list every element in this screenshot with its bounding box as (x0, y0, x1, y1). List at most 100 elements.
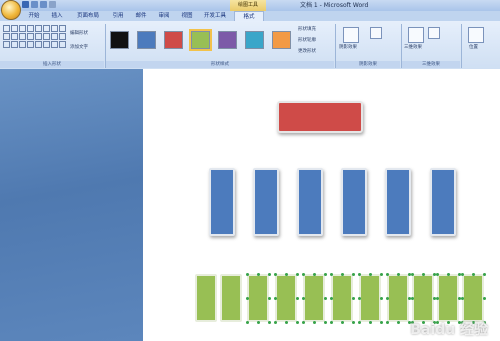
resize-handle[interactable] (245, 272, 249, 276)
resize-handle[interactable] (385, 296, 389, 300)
resize-handle[interactable] (295, 296, 299, 300)
resize-handle[interactable] (273, 296, 277, 300)
resize-handle[interactable] (323, 296, 327, 300)
shape-item[interactable] (43, 41, 50, 48)
redo-icon[interactable] (40, 1, 47, 8)
shape-item[interactable] (51, 41, 58, 48)
resize-handle[interactable] (256, 272, 260, 276)
middle-shape[interactable] (297, 168, 323, 236)
resize-handle[interactable] (301, 272, 305, 276)
resize-handle[interactable] (379, 296, 383, 300)
resize-handle[interactable] (357, 296, 361, 300)
shadow-effects-icon[interactable] (343, 27, 359, 43)
resize-handle[interactable] (368, 272, 372, 276)
resize-handle[interactable] (267, 272, 271, 276)
style-swatch-green[interactable] (189, 29, 212, 51)
shape-fill-button[interactable]: 形状填充 (298, 26, 316, 32)
shape-item[interactable] (59, 41, 66, 48)
shape-item[interactable] (11, 41, 18, 48)
resize-handle[interactable] (245, 320, 249, 324)
resize-handle[interactable] (295, 320, 299, 324)
resize-handle[interactable] (357, 272, 361, 276)
3d-effects-button[interactable]: 三维效果 (404, 44, 422, 50)
resize-handle[interactable] (267, 296, 271, 300)
shape-item[interactable] (43, 33, 50, 40)
shape-item[interactable] (27, 33, 34, 40)
nudge-shadow-icon[interactable] (370, 27, 382, 39)
middle-shape[interactable] (253, 168, 279, 236)
resize-handle[interactable] (385, 272, 389, 276)
resize-handle[interactable] (301, 320, 305, 324)
resize-handle[interactable] (256, 320, 260, 324)
resize-handle[interactable] (410, 296, 414, 300)
tilt-icon[interactable] (428, 27, 440, 39)
shape-item[interactable] (11, 33, 18, 40)
tab-review[interactable]: 审阅 (155, 11, 173, 21)
bottom-shape-selected[interactable] (275, 274, 297, 322)
resize-handle[interactable] (385, 320, 389, 324)
middle-shape[interactable] (385, 168, 411, 236)
shape-item[interactable] (59, 25, 66, 32)
shape-outline-button[interactable]: 形状轮廓 (298, 37, 316, 43)
save-icon[interactable] (22, 1, 29, 8)
resize-handle[interactable] (273, 320, 277, 324)
middle-shape[interactable] (209, 168, 235, 236)
resize-handle[interactable] (435, 272, 439, 276)
resize-handle[interactable] (351, 272, 355, 276)
office-button[interactable] (1, 0, 21, 20)
resize-handle[interactable] (396, 272, 400, 276)
resize-handle[interactable] (312, 320, 316, 324)
shape-item[interactable] (35, 25, 42, 32)
bottom-shape-selected[interactable] (331, 274, 353, 322)
shape-item[interactable] (27, 41, 34, 48)
print-icon[interactable] (49, 1, 56, 8)
bottom-shape-selected[interactable] (437, 274, 459, 322)
3d-effects-icon[interactable] (408, 27, 424, 43)
shape-item[interactable] (43, 25, 50, 32)
style-swatch-purple[interactable] (218, 31, 237, 49)
edit-shape-button[interactable]: 编辑形状 (70, 30, 88, 36)
bottom-shape-selected[interactable] (359, 274, 381, 322)
middle-shape[interactable] (341, 168, 367, 236)
top-shape[interactable] (277, 101, 363, 133)
tab-format[interactable]: 格式 (234, 11, 264, 21)
tab-developer[interactable]: 开发工具 (201, 11, 229, 21)
shape-item[interactable] (3, 33, 10, 40)
resize-handle[interactable] (379, 272, 383, 276)
bottom-shape[interactable] (195, 274, 217, 322)
add-text-button[interactable]: 添加文字 (70, 44, 88, 50)
style-swatch-blue[interactable] (137, 31, 156, 49)
style-swatch-teal[interactable] (245, 31, 264, 49)
resize-handle[interactable] (301, 296, 305, 300)
resize-handle[interactable] (340, 272, 344, 276)
shadow-effects-button[interactable]: 阴影效果 (339, 44, 357, 50)
resize-handle[interactable] (379, 320, 383, 324)
resize-handle[interactable] (368, 320, 372, 324)
style-swatch-orange[interactable] (272, 31, 291, 49)
bottom-shape-selected[interactable] (303, 274, 325, 322)
bottom-shape-selected[interactable] (247, 274, 269, 322)
resize-handle[interactable] (284, 272, 288, 276)
resize-handle[interactable] (351, 320, 355, 324)
position-button[interactable]: 位置 (469, 44, 478, 50)
resize-handle[interactable] (323, 272, 327, 276)
resize-handle[interactable] (329, 296, 333, 300)
shape-item[interactable] (19, 41, 26, 48)
shape-item[interactable] (3, 41, 10, 48)
resize-handle[interactable] (329, 320, 333, 324)
shape-item[interactable] (11, 25, 18, 32)
shape-item[interactable] (59, 33, 66, 40)
shape-item[interactable] (35, 41, 42, 48)
resize-handle[interactable] (435, 296, 439, 300)
bottom-shape-selected[interactable] (462, 274, 484, 322)
tab-page-layout[interactable]: 页面布局 (72, 11, 104, 21)
resize-handle[interactable] (421, 272, 425, 276)
tab-view[interactable]: 视图 (178, 11, 196, 21)
shape-item[interactable] (19, 25, 26, 32)
resize-handle[interactable] (329, 272, 333, 276)
shape-item[interactable] (19, 33, 26, 40)
resize-handle[interactable] (245, 296, 249, 300)
position-icon[interactable] (468, 27, 484, 43)
resize-handle[interactable] (323, 320, 327, 324)
bottom-shape[interactable] (220, 274, 242, 322)
